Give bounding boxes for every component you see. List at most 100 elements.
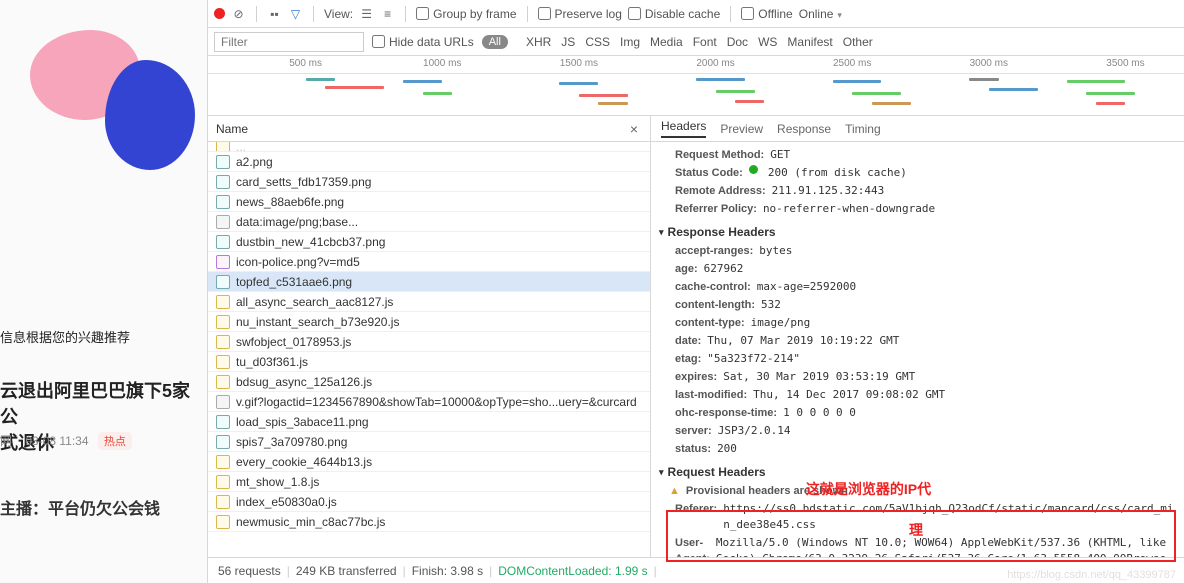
timeline-tick: 500 ms — [289, 58, 322, 69]
timeline-bar — [403, 80, 442, 83]
request-row[interactable]: dustbin_new_41cbcb37.png — [208, 232, 650, 252]
clear-icon[interactable]: ⊘ — [231, 6, 246, 21]
header-value: max-age=2592000 — [757, 279, 856, 295]
filter-type-css[interactable]: CSS — [585, 35, 610, 49]
close-details-icon[interactable]: × — [626, 121, 642, 137]
request-name: bdsug_async_125a126.js — [236, 375, 372, 389]
filter-type-js[interactable]: JS — [561, 35, 575, 49]
group-by-frame-checkbox[interactable]: Group by frame — [416, 7, 516, 21]
header-key: Request Method: — [675, 147, 764, 163]
request-name: nu_instant_search_b73e920.js — [236, 315, 399, 329]
filter-type-font[interactable]: Font — [693, 35, 717, 49]
header-value: GET — [770, 147, 790, 163]
request-row[interactable]: every_cookie_4644b13.js — [208, 452, 650, 472]
header-key: Referrer Policy: — [675, 201, 757, 217]
preserve-log-checkbox[interactable]: Preserve log — [538, 7, 622, 21]
request-row[interactable]: news_88aeb6fe.png — [208, 192, 650, 212]
timeline-tick: 3000 ms — [970, 58, 1008, 69]
offline-checkbox[interactable]: Offline — [741, 7, 792, 21]
file-icon — [216, 315, 230, 329]
timeline-bar — [969, 78, 998, 81]
request-row[interactable]: tu_d03f361.js — [208, 352, 650, 372]
header-value: 627962 — [704, 261, 744, 277]
file-icon — [216, 375, 230, 389]
header-value: 200 (from disk cache) — [768, 165, 907, 181]
file-icon — [216, 275, 230, 289]
file-icon — [216, 335, 230, 349]
response-headers-section[interactable]: Response Headers — [659, 224, 1176, 240]
filter-input[interactable] — [214, 32, 364, 52]
header-value: image/png — [751, 315, 811, 331]
request-name: load_spis_3abace11.png — [236, 415, 369, 429]
timeline-bar — [989, 88, 1038, 91]
detail-tab-timing[interactable]: Timing — [845, 122, 881, 136]
timeline-bar — [833, 80, 882, 83]
filter-icon[interactable]: ▽ — [288, 6, 303, 21]
file-icon — [216, 435, 230, 449]
request-row[interactable]: nu_instant_search_b73e920.js — [208, 312, 650, 332]
request-row[interactable]: index_e50830a0.js — [208, 492, 650, 512]
waterfall-timeline[interactable]: 500 ms1000 ms1500 ms2000 ms2500 ms3000 m… — [208, 56, 1184, 116]
view-small-icon[interactable]: ≡ — [380, 6, 395, 21]
timeline-bar — [1067, 80, 1126, 83]
screenshot-icon[interactable]: ▪▪ — [267, 6, 282, 21]
request-headers-section[interactable]: Request Headers — [659, 464, 1176, 480]
filter-type-xhr[interactable]: XHR — [526, 35, 551, 49]
header-value: JSP3/2.0.14 — [718, 423, 791, 439]
request-row[interactable]: swfobject_0178953.js — [208, 332, 650, 352]
request-row[interactable]: card_setts_fdb17359.png — [208, 172, 650, 192]
request-name: every_cookie_4644b13.js — [236, 455, 372, 469]
filter-type-ws[interactable]: WS — [758, 35, 777, 49]
file-icon — [216, 395, 230, 409]
request-row[interactable]: mt_show_1.8.js — [208, 472, 650, 492]
request-row[interactable]: spis7_3a709780.png — [208, 432, 650, 452]
requests-column-name[interactable]: Name — [216, 122, 248, 136]
file-icon — [216, 175, 230, 189]
header-value: Thu, 07 Mar 2019 10:19:22 GMT — [707, 333, 899, 349]
filter-type-other[interactable]: Other — [843, 35, 873, 49]
request-row[interactable]: all_async_search_aac8127.js — [208, 292, 650, 312]
header-value: no-referrer-when-downgrade — [763, 201, 935, 217]
request-row[interactable]: a2.png — [208, 152, 650, 172]
record-button[interactable] — [214, 8, 225, 19]
file-icon — [216, 415, 230, 429]
request-row[interactable]: load_spis_3abace11.png — [208, 412, 650, 432]
timeline-bar — [1096, 102, 1125, 105]
filter-type-img[interactable]: Img — [620, 35, 640, 49]
detail-tab-preview[interactable]: Preview — [720, 122, 763, 136]
request-row[interactable]: bdsug_async_125a126.js — [208, 372, 650, 392]
header-value: Mozilla/5.0 (Windows NT 10.0; WOW64) App… — [716, 535, 1176, 557]
header-key: etag: — [675, 351, 701, 367]
disable-cache-checkbox[interactable]: Disable cache — [628, 7, 720, 21]
hide-data-urls-checkbox[interactable]: Hide data URLs — [372, 35, 474, 49]
view-large-icon[interactable]: ☰ — [359, 6, 374, 21]
file-icon — [216, 215, 230, 229]
header-key: expires: — [675, 369, 717, 385]
file-icon — [216, 295, 230, 309]
header-key: cache-control: — [675, 279, 751, 295]
status-transferred: 249 KB transferred — [296, 564, 397, 578]
timeline-bar — [559, 82, 598, 85]
request-row[interactable]: topfed_c531aae6.png — [208, 272, 650, 292]
news-headline-2[interactable]: 主播：平台仍欠公会钱 — [0, 495, 160, 519]
header-key: last-modified: — [675, 387, 747, 403]
filter-type-media[interactable]: Media — [650, 35, 683, 49]
filter-type-doc[interactable]: Doc — [727, 35, 748, 49]
header-key: Referer: — [675, 501, 717, 533]
filter-type-manifest[interactable]: Manifest — [787, 35, 832, 49]
header-key: content-type: — [675, 315, 745, 331]
filter-type-all[interactable]: All — [482, 35, 508, 49]
timeline-tick: 3500 ms — [1106, 58, 1144, 69]
timeline-bar — [1086, 92, 1135, 95]
throttle-dropdown[interactable]: Online — [799, 7, 842, 21]
request-row[interactable]: data:image/png;base... — [208, 212, 650, 232]
file-icon — [216, 455, 230, 469]
request-row[interactable]: newmusic_min_c8ac77bc.js — [208, 512, 650, 532]
detail-tab-response[interactable]: Response — [777, 122, 831, 136]
request-name: card_setts_fdb17359.png — [236, 175, 371, 189]
timeline-tick: 1000 ms — [423, 58, 461, 69]
detail-tab-headers[interactable]: Headers — [661, 119, 706, 138]
request-name: topfed_c531aae6.png — [236, 275, 352, 289]
request-row[interactable]: icon-police.png?v=md5 — [208, 252, 650, 272]
request-row[interactable]: v.gif?logactid=1234567890&showTab=10000&… — [208, 392, 650, 412]
